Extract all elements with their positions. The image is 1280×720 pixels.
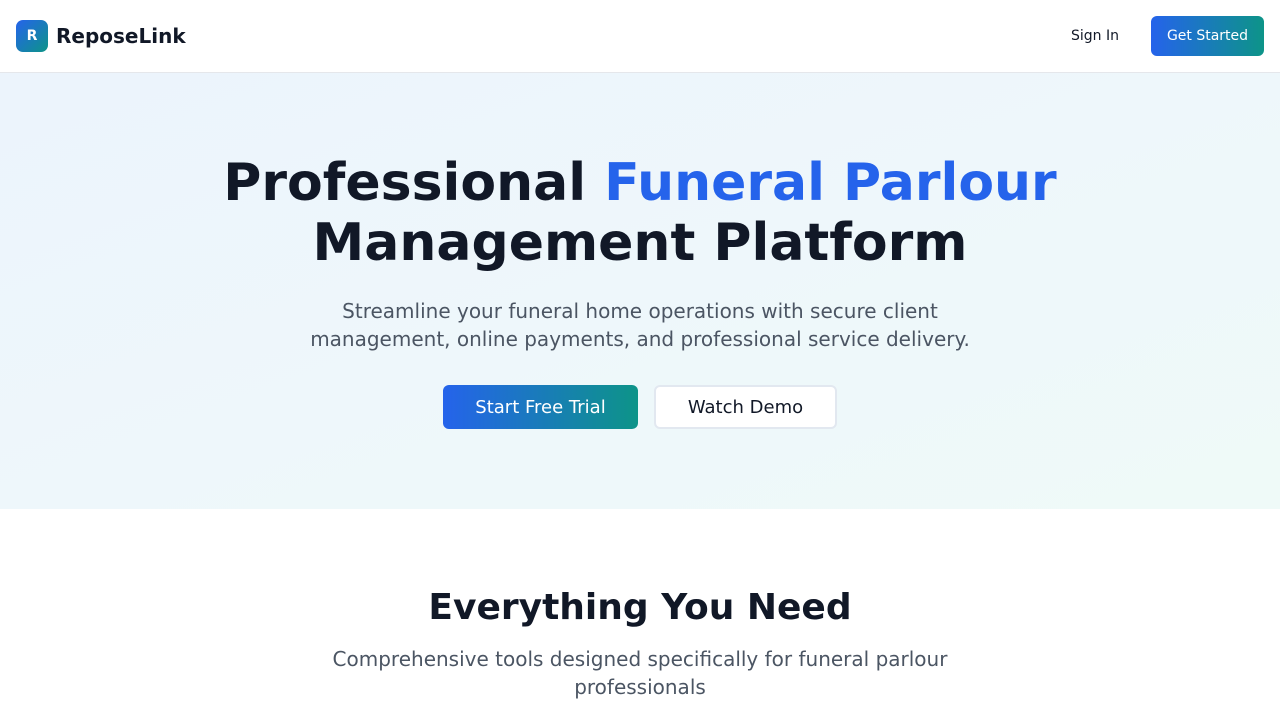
logo-icon: R	[16, 20, 48, 52]
hero-title: Professional Funeral Parlour Management …	[40, 153, 1240, 273]
features-title: Everything You Need	[428, 587, 852, 628]
get-started-button[interactable]: Get Started	[1151, 16, 1264, 56]
hero-section: Professional Funeral Parlour Management …	[0, 73, 1280, 509]
features-subtitle: Comprehensive tools designed specificall…	[332, 647, 948, 699]
brand[interactable]: R ReposeLink	[16, 20, 186, 52]
hero-subtitle: Streamline your funeral home operations …	[310, 299, 970, 351]
brand-name: ReposeLink	[56, 24, 186, 48]
hero-title-part2: Management Platform	[312, 213, 968, 273]
start-free-trial-button[interactable]: Start Free Trial	[443, 385, 638, 429]
sign-in-button[interactable]: Sign In	[1055, 16, 1135, 56]
hero-title-part1: Professional	[223, 153, 605, 213]
navbar: R ReposeLink Sign In Get Started	[0, 0, 1280, 73]
hero-title-accent: Funeral Parlour	[604, 153, 1057, 213]
watch-demo-button[interactable]: Watch Demo	[654, 385, 837, 429]
